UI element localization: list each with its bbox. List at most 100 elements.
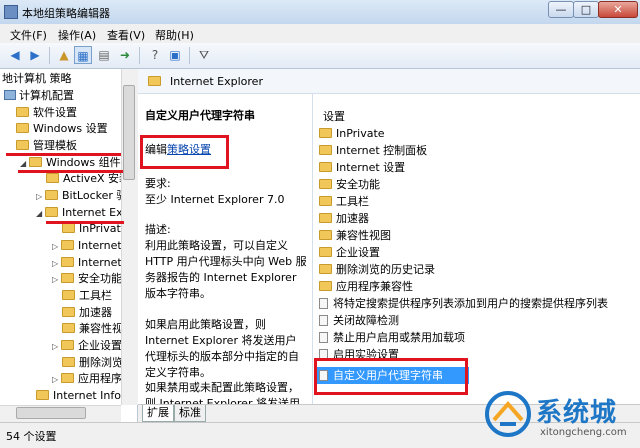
view-icon[interactable]: ▣ (166, 46, 184, 64)
tree-item-iis[interactable]: Internet Info (36, 388, 121, 404)
list-item[interactable]: 加速器 (319, 210, 369, 227)
window-title: 本地组策略编辑器 (22, 7, 110, 20)
tree-item-accelerators[interactable]: 加速器 (62, 305, 112, 321)
list-item-label: 应用程序兼容性 (336, 280, 413, 293)
tree-item-security-features[interactable]: ▷ 安全功能 (52, 271, 122, 287)
show-tree-icon[interactable]: ▦ (74, 46, 92, 64)
list-item[interactable]: 关闭故障检测 (319, 312, 399, 329)
folder-icon (45, 207, 58, 217)
minimize-button[interactable]: — (548, 1, 574, 18)
tree-item-computer-config[interactable]: 计算机配置 (4, 88, 74, 104)
tree-item-ie-control-panel[interactable]: ▷ Internet (52, 238, 122, 254)
list-item[interactable]: 应用程序兼容性 (319, 278, 413, 295)
folder-icon (29, 157, 42, 167)
export-icon[interactable]: ➜ (116, 46, 134, 64)
forward-arrow-icon[interactable]: ▶ (26, 46, 44, 64)
folder-icon (62, 223, 75, 233)
collapse-arrow-icon[interactable]: ▷ (52, 372, 61, 388)
filter-icon[interactable]: ⛛ (195, 46, 213, 64)
list-item-label: 删除浏览的历史记录 (336, 263, 435, 276)
tree-label: Windows 设置 (33, 122, 108, 135)
tree-item-internet-explorer[interactable]: ◢ Internet Exp (36, 205, 130, 221)
menu-help[interactable]: 帮助(H) (155, 27, 194, 43)
list-item-label: Internet 设置 (336, 161, 406, 174)
tree-label: Windows 组件 (46, 156, 121, 169)
policy-title: 自定义用户代理字符串 (145, 109, 255, 122)
tree-item-software[interactable]: 软件设置 (16, 105, 77, 121)
tree-horizontal-scroll-thumb[interactable] (16, 407, 86, 419)
list-item[interactable]: 工具栏 (319, 193, 369, 210)
tree-label: 地计算机 策略 (2, 72, 72, 85)
folder-icon (319, 281, 332, 291)
watermark-url: xitongcheng.com (540, 427, 627, 438)
app-icon (4, 5, 18, 19)
collapse-arrow-icon[interactable]: ▷ (52, 239, 61, 255)
menu-view[interactable]: 查看(V) (107, 27, 145, 43)
tree-label: 软件设置 (33, 106, 77, 119)
toolbar-separator (139, 47, 140, 64)
tree-item-windows-settings[interactable]: Windows 设置 (16, 121, 108, 137)
list-item-label: 兼容性视图 (336, 229, 391, 242)
tree-label: Internet (78, 239, 122, 252)
tree-vertical-scroll-thumb[interactable] (123, 85, 135, 180)
tree-item-local-policy[interactable]: 地计算机 策略 (2, 71, 72, 87)
tree-item-enterprise[interactable]: ▷ 企业设置 (52, 338, 122, 354)
tab-extended[interactable]: 扩展 (142, 405, 174, 422)
details-header: Internet Explorer (138, 69, 640, 94)
folder-icon (45, 190, 58, 200)
close-button[interactable]: ✕ (598, 1, 638, 18)
list-item[interactable]: InPrivate (319, 125, 385, 142)
tab-standard[interactable]: 标准 (174, 405, 206, 422)
requirements-label: 要求: (145, 177, 171, 190)
folder-icon (319, 179, 332, 189)
annotation-box (314, 358, 468, 395)
tree-item-windows-components[interactable]: ◢ Windows 组件 (20, 155, 121, 171)
policy-setting-icon (319, 298, 328, 309)
list-item[interactable]: 兼容性视图 (319, 227, 391, 244)
menu-file[interactable]: 文件(F) (10, 27, 47, 43)
tree-label: 安全功能 (78, 272, 122, 285)
help-icon[interactable]: ? (146, 46, 164, 64)
folder-icon (62, 290, 75, 300)
menu-action[interactable]: 操作(A) (58, 27, 96, 43)
collapse-arrow-icon[interactable]: ▷ (36, 189, 45, 205)
toolbar: ◀ ▶ ▲ ▦ ▤ ➜ ? ▣ ⛛ (0, 43, 640, 69)
up-folder-icon[interactable]: ▲ (55, 46, 73, 64)
properties-icon[interactable]: ▤ (95, 46, 113, 64)
tree-item-toolbars[interactable]: 工具栏 (62, 288, 112, 304)
tree-item-app-compat[interactable]: ▷ 应用程序 (52, 371, 122, 387)
folder-icon (319, 247, 332, 257)
folder-icon (319, 162, 332, 172)
list-item-label: Internet 控制面板 (336, 144, 428, 157)
tree-item-bitlocker[interactable]: ▷ BitLocker 驱 (36, 188, 127, 204)
collapse-arrow-icon[interactable]: ▷ (52, 272, 61, 288)
policy-setting-icon (319, 315, 328, 326)
tree-item-activex[interactable]: ActiveX 安装 (46, 171, 130, 187)
toolbar-separator (189, 47, 190, 64)
description-paragraph-2: 如果启用此策略设置，则 Internet Explorer 将发送用户代理标头的… (145, 318, 299, 379)
list-item[interactable]: 将特定搜索提供程序列表添加到用户的搜索提供程序列表 (319, 295, 608, 312)
tree-item-compat-view[interactable]: 兼容性视 (62, 321, 123, 337)
collapse-arrow-icon[interactable]: ▷ (52, 256, 61, 272)
tree-item-ie-settings[interactable]: ▷ Internet (52, 255, 122, 271)
column-header-setting[interactable]: 设置 (323, 108, 345, 124)
annotation-underline (46, 221, 124, 224)
list-item[interactable]: 企业设置 (319, 244, 380, 261)
tree-item-admin-templates[interactable]: 管理模板 (16, 138, 77, 154)
maximize-button[interactable]: □ (573, 1, 599, 18)
list-item[interactable]: Internet 设置 (319, 159, 405, 176)
folder-icon (61, 373, 74, 383)
back-arrow-icon[interactable]: ◀ (6, 46, 24, 64)
list-item[interactable]: 删除浏览的历史记录 (319, 261, 435, 278)
expand-arrow-icon[interactable]: ◢ (36, 206, 45, 222)
list-item[interactable]: 禁止用户启用或禁用加载项 (319, 329, 465, 346)
list-item[interactable]: 安全功能 (319, 176, 380, 193)
collapse-arrow-icon[interactable]: ▷ (52, 339, 61, 355)
tree-item-delete-history[interactable]: 删除浏览 (62, 355, 123, 371)
folder-icon (61, 340, 74, 350)
tree-label: BitLocker 驱 (62, 189, 128, 202)
list-item[interactable]: Internet 控制面板 (319, 142, 427, 159)
tree-label: ActiveX 安装 (63, 172, 131, 185)
folder-icon (319, 230, 332, 240)
folder-icon (319, 213, 332, 223)
